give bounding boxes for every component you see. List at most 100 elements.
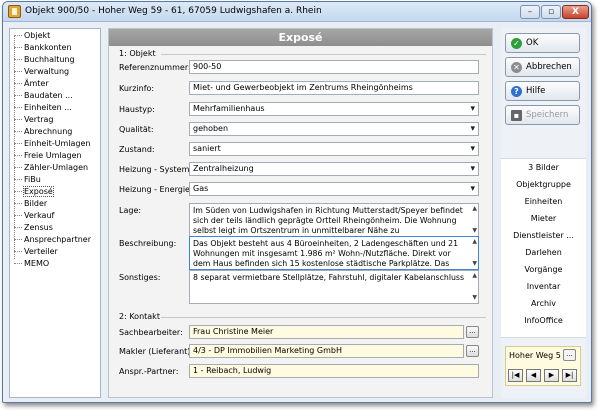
ok-button[interactable]: ✓ OK	[505, 33, 580, 53]
object-lookup-button[interactable]: ...	[563, 349, 576, 361]
link-bilder[interactable]: 3 Bilder	[501, 161, 586, 175]
last-icon: ▶|	[565, 371, 574, 379]
section-divider	[161, 54, 486, 55]
scroll-up-icon[interactable]: ▲	[472, 237, 477, 247]
house-icon	[8, 5, 21, 18]
kurzinfo-label: Kurzinfo:	[119, 84, 155, 93]
beschreibung-label: Beschreibung:	[119, 239, 177, 248]
nav-item-verkauf[interactable]: Verkauf	[14, 210, 54, 222]
heizung-energie-select[interactable]: Gas	[189, 182, 479, 196]
sachbearbeiter-lookup-button[interactable]: ...	[466, 326, 479, 338]
cancel-button[interactable]: ✕ Abbrechen	[505, 57, 580, 77]
sachbearbeiter-label: Sachbearbeiter:	[119, 328, 183, 337]
minimize-icon: –	[527, 7, 533, 17]
scroll-up-icon[interactable]: ▲	[472, 271, 477, 281]
qualitaet-select[interactable]: gehoben	[189, 122, 479, 136]
previous-icon: ◀	[530, 371, 537, 379]
expose-panel: Exposé 1: Objekt Referenznummer: 900-50 …	[108, 28, 493, 398]
nav-item-bankkonten[interactable]: Bankkonten	[14, 42, 72, 54]
help-button[interactable]: ? Hilfe	[505, 81, 580, 101]
link-darlehen[interactable]: Darlehen	[501, 246, 586, 260]
scroll-down-icon[interactable]: ▼	[472, 259, 477, 269]
sonstiges-label: Sonstiges:	[119, 273, 161, 282]
sonstiges-textarea[interactable]: 8 separat vermietbare Stellplätze, Fahrs…	[189, 270, 479, 304]
last-record-button[interactable]: ▶|	[562, 369, 577, 382]
scroll-down-icon[interactable]: ▼	[472, 293, 477, 303]
beschreibung-textarea[interactable]: Das Objekt besteht aus 4 Büroeinheiten, …	[189, 236, 479, 270]
action-panel: ✓ OK ✕ Abbrechen ? Hilfe ▪ Speichern 3 B…	[501, 28, 586, 398]
record-navigator: Hoher Weg 59 ... |◀ ◀ ▶ ▶|	[505, 346, 581, 386]
link-archiv[interactable]: Archiv	[501, 297, 586, 311]
referenznummer-input[interactable]: 900-50	[189, 60, 479, 74]
qualitaet-label: Qualität:	[119, 125, 154, 134]
nav-item-vertrag[interactable]: Vertrag	[14, 114, 53, 126]
nav-item-fibu[interactable]: FiBu	[14, 174, 41, 186]
link-vorgaenge[interactable]: Vorgänge	[501, 263, 586, 277]
nav-item-verteiler[interactable]: Verteiler	[14, 246, 58, 258]
maximize-button[interactable]: ▫	[541, 5, 561, 19]
related-links: 3 Bilder Objektgruppe Einheiten Mieter D…	[501, 158, 586, 338]
anspr-partner-field[interactable]: 1 - Reibach, Ludwig	[189, 364, 479, 378]
nav-item-zaehler-umlagen[interactable]: Zähler-Umlagen	[14, 162, 88, 174]
nav-item-baudaten[interactable]: Baudaten ...	[14, 90, 73, 102]
referenznummer-label: Referenznummer:	[119, 63, 191, 72]
nav-item-einheiten[interactable]: Einheiten ...	[14, 102, 72, 114]
titlebar: Objekt 900/50 - Hoher Weg 59 - 61, 67059…	[3, 2, 591, 22]
scroll-down-icon[interactable]: ▼	[472, 226, 477, 236]
nav-item-objekt[interactable]: Objekt	[14, 30, 50, 42]
page-title: Exposé	[109, 29, 492, 46]
maximize-icon: ▫	[547, 7, 555, 17]
link-inventar[interactable]: Inventar	[501, 280, 586, 294]
nav-item-expose[interactable]: Exposé	[14, 186, 54, 198]
makler-label: Makler (Lieferant):	[119, 347, 194, 356]
link-infooffice[interactable]: InfoOffice	[501, 314, 586, 328]
next-icon: ▶	[548, 371, 555, 379]
anspr-partner-label: Anspr.-Partner:	[119, 367, 179, 376]
previous-record-button[interactable]: ◀	[526, 369, 541, 382]
first-record-button[interactable]: |◀	[508, 369, 523, 382]
link-objektgruppe[interactable]: Objektgruppe	[501, 178, 586, 192]
checkmark-icon: ✓	[511, 38, 522, 49]
nav-item-freie-umlagen[interactable]: Freie Umlagen	[14, 150, 82, 162]
nav-item-verwaltung[interactable]: Verwaltung	[14, 66, 69, 78]
app-window: Objekt 900/50 - Hoher Weg 59 - 61, 67059…	[2, 1, 592, 403]
cancel-icon: ✕	[511, 62, 522, 73]
nav-item-buchhaltung[interactable]: Buchhaltung	[14, 54, 75, 66]
heizung-system-label: Heizung - System:	[119, 165, 193, 174]
makler-lookup-button[interactable]: ...	[466, 345, 479, 357]
link-mieter[interactable]: Mieter	[501, 212, 586, 226]
save-button[interactable]: ▪ Speichern	[505, 105, 580, 125]
scroll-up-icon[interactable]: ▲	[472, 204, 477, 214]
kurzinfo-input[interactable]: Miet- und Gewerbeobjekt im Zentrums Rhei…	[189, 81, 479, 95]
sachbearbeiter-field[interactable]: Frau Christine Meier	[189, 325, 464, 339]
lage-label: Lage:	[119, 206, 142, 215]
navigation-tree: Objekt Bankkonten Buchhaltung Verwaltung…	[9, 28, 101, 398]
nav-item-aemter[interactable]: Ämter	[14, 78, 49, 90]
zustand-label: Zustand:	[119, 145, 155, 154]
next-record-button[interactable]: ▶	[544, 369, 559, 382]
makler-field[interactable]: 4/3 - DP Immobilien Marketing GmbH	[189, 344, 464, 358]
zustand-select[interactable]: saniert	[189, 142, 479, 156]
section-divider	[161, 317, 486, 318]
nav-item-memo[interactable]: MEMO	[14, 258, 49, 270]
close-button[interactable]: X	[562, 5, 589, 19]
lage-textarea[interactable]: Im Süden von Ludwigshafen in Richtung Mu…	[189, 203, 479, 237]
help-icon: ?	[511, 86, 522, 97]
nav-item-abrechnung[interactable]: Abrechnung	[14, 126, 72, 138]
current-object-field[interactable]: Hoher Weg 59	[509, 351, 561, 360]
section-objekt-label: 1: Objekt	[119, 49, 156, 58]
heizung-system-select[interactable]: Zentralheizung	[189, 162, 479, 176]
link-einheiten[interactable]: Einheiten	[501, 195, 586, 209]
nav-item-bilder[interactable]: Bilder	[14, 198, 47, 210]
haustyp-label: Haustyp:	[119, 105, 155, 114]
heizung-energie-label: Heizung - Energie:	[119, 185, 193, 194]
link-dienstleister[interactable]: Dienstleister ...	[501, 229, 586, 243]
minimize-button[interactable]: –	[520, 5, 540, 19]
nav-item-zensus[interactable]: Zensus	[14, 222, 53, 234]
haustyp-select[interactable]: Mehrfamilienhaus	[189, 102, 479, 116]
first-icon: |◀	[511, 371, 520, 379]
nav-item-einheit-umlagen[interactable]: Einheit-Umlagen	[14, 138, 90, 150]
section-kontakt-label: 2: Kontakt	[119, 312, 160, 321]
nav-item-ansprechpartner[interactable]: Ansprechpartner	[14, 234, 91, 246]
save-icon: ▪	[511, 110, 522, 121]
